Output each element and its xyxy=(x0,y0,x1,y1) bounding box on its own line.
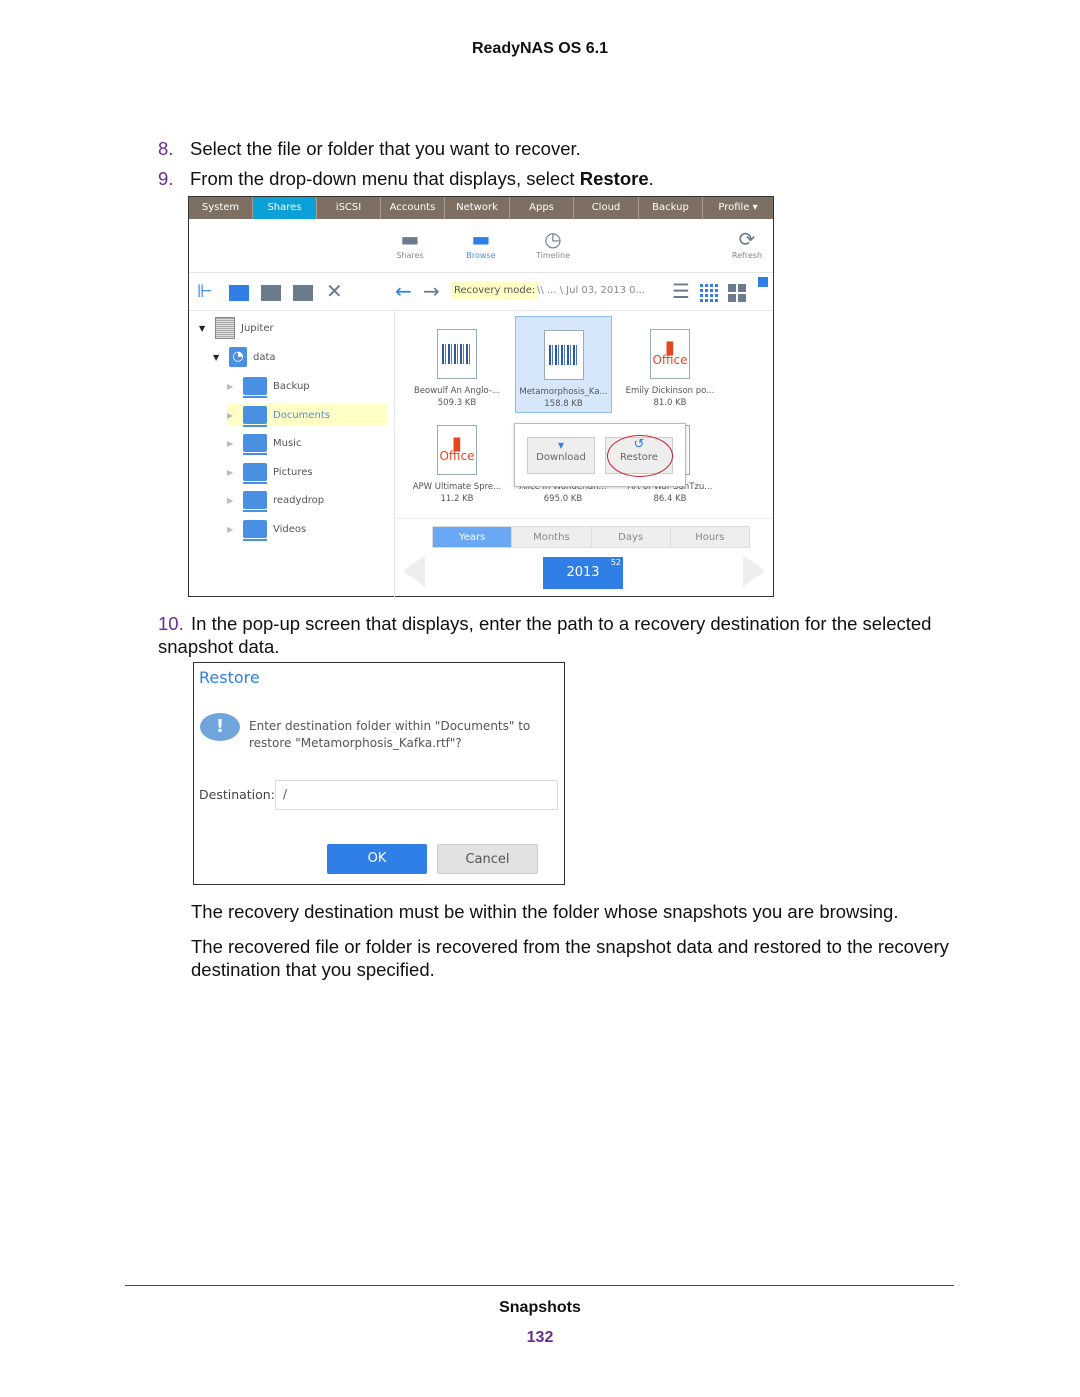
readynas-screenshot: System Shares iSCSI Accounts Network App… xyxy=(188,196,774,597)
expand-triangle-icon[interactable]: ▶ xyxy=(227,496,237,505)
dialog-title: Restore xyxy=(199,668,260,687)
office-file-icon: ▮ Office xyxy=(650,329,690,379)
tab-shares[interactable]: Shares xyxy=(253,197,317,219)
recovery-mode-label: Recovery mode: xyxy=(451,282,539,299)
music-folder-icon xyxy=(243,434,267,455)
destination-input[interactable]: / xyxy=(275,780,558,810)
tab-days[interactable]: Days xyxy=(591,527,671,547)
nas-device-icon xyxy=(215,317,235,339)
expand-triangle-icon[interactable]: ▶ xyxy=(227,382,237,391)
office-file-icon: ▮ Office xyxy=(437,425,477,475)
year-2013-button[interactable]: 2013 52 xyxy=(543,557,623,589)
footer-section: Snapshots xyxy=(499,1299,581,1316)
snapshot-path: \\ ... \ Jul 03, 2013 0... xyxy=(537,285,646,296)
readydrop-folder-icon xyxy=(243,491,267,512)
download-icon: ▾ xyxy=(557,438,565,452)
tab-years[interactable]: Years xyxy=(433,527,513,547)
small-grid-view-icon[interactable] xyxy=(700,284,718,302)
tree-node-music[interactable]: ▶ Music xyxy=(227,432,301,455)
tree-node-backup[interactable]: ▶ Backup xyxy=(227,375,310,398)
back-arrow-icon[interactable]: ← xyxy=(395,279,412,303)
file-item[interactable]: ▮ Office APW Ultimate Spre... 11.2 KB xyxy=(407,425,507,505)
rtf-file-icon xyxy=(543,330,584,380)
tab-iscsi[interactable]: iSCSI xyxy=(317,197,381,219)
restore-dialog: Restore ! Enter destination folder withi… xyxy=(193,662,565,885)
page-number: 132 xyxy=(526,1329,554,1346)
browse-folder-icon: ▬ xyxy=(471,227,491,251)
page-header: ReadyNAS OS 6.1 xyxy=(471,40,609,57)
file-grid: Beowulf An Anglo-... 509.3 KB Metamorphos… xyxy=(395,311,773,597)
dialog-message: Enter destination folder within "Documen… xyxy=(249,719,531,750)
new-folder-icon[interactable] xyxy=(261,285,281,301)
timeline-button[interactable]: ◷ Timeline xyxy=(523,227,583,260)
shares-toolbar: ▬ Shares ▬ Browse ◷ Timeline ⟳ Refresh xyxy=(189,219,773,273)
destination-label: Destination: xyxy=(199,787,275,802)
step-8: 8. Select the file or folder that you wan… xyxy=(158,138,581,159)
collapse-triangle-icon[interactable]: ▼ xyxy=(213,353,223,362)
tab-backup[interactable]: Backup xyxy=(639,197,703,219)
file-item[interactable]: ▮ Office Emily Dickinson po... 81.0 KB xyxy=(620,329,720,409)
upload-icon[interactable] xyxy=(293,285,313,301)
tree-node-data[interactable]: ▼ ◔ data xyxy=(213,346,276,368)
footer-rule xyxy=(125,1285,954,1286)
share-folder-icon xyxy=(243,406,267,427)
next-arrow-icon[interactable] xyxy=(743,555,765,587)
paragraph: The recovery destination must be within … xyxy=(191,901,899,922)
folder-icon: ▬ xyxy=(400,227,420,251)
browse-button[interactable]: ▬ Browse xyxy=(451,227,511,260)
tree-node-pictures[interactable]: ▶ Pictures xyxy=(227,461,313,484)
tab-system[interactable]: System xyxy=(189,197,253,219)
main-nav: System Shares iSCSI Accounts Network App… xyxy=(189,197,773,219)
period-tabs: Years Months Days Hours xyxy=(432,526,750,548)
tab-network[interactable]: Network xyxy=(445,197,510,219)
tab-cloud[interactable]: Cloud xyxy=(574,197,639,219)
tab-accounts[interactable]: Accounts xyxy=(381,197,445,219)
expand-triangle-icon[interactable]: ▶ xyxy=(227,525,237,534)
tab-profile[interactable]: Profile ▾ xyxy=(703,197,773,219)
large-grid-view-icon[interactable] xyxy=(728,284,746,302)
paragraph: The recovered file or folder is recovere… xyxy=(191,936,949,980)
info-bubble-icon: ! xyxy=(200,713,240,741)
share-folder-icon[interactable] xyxy=(229,285,249,301)
collapse-triangle-icon[interactable]: ▼ xyxy=(199,324,209,333)
step-10: 10. In the pop-up screen that displays, e… xyxy=(158,613,932,657)
file-item-selected[interactable]: Metamorphosis_Ka... 158.8 KB xyxy=(515,316,612,413)
videos-folder-icon xyxy=(243,520,267,541)
expand-icon[interactable] xyxy=(758,277,768,287)
cancel-button[interactable]: Cancel xyxy=(437,844,538,874)
tree-node-documents[interactable]: ▶ Documents xyxy=(227,404,387,427)
step-9: 9. From the drop-down menu that displays,… xyxy=(158,168,654,189)
delete-icon[interactable]: ✕ xyxy=(326,279,343,303)
forward-arrow-icon[interactable]: → xyxy=(423,279,440,303)
expand-triangle-icon[interactable]: ▶ xyxy=(227,468,237,477)
shares-button[interactable]: ▬ Shares xyxy=(380,227,440,260)
volume-icon: ◔ xyxy=(229,347,247,367)
tab-months[interactable]: Months xyxy=(512,527,592,547)
clock-icon: ◷ xyxy=(544,227,562,251)
prev-arrow-icon[interactable] xyxy=(403,555,425,587)
expand-triangle-icon[interactable]: ▶ xyxy=(227,411,237,420)
tree-node-jupiter[interactable]: ▼ Jupiter xyxy=(199,317,274,339)
download-button[interactable]: ▾ Download xyxy=(527,437,595,474)
snapshot-count: 52 xyxy=(610,558,621,567)
pictures-folder-icon xyxy=(243,463,267,484)
ok-button[interactable]: OK xyxy=(327,844,427,874)
tree-node-videos[interactable]: ▶ Videos xyxy=(227,518,306,541)
tree-icon[interactable]: ⊩ xyxy=(197,281,213,302)
list-view-icon[interactable]: ☰ xyxy=(672,279,690,303)
tree-node-readydrop[interactable]: ▶ readydrop xyxy=(227,489,324,512)
highlight-circle xyxy=(607,435,673,477)
expand-triangle-icon[interactable]: ▶ xyxy=(227,439,237,448)
rtf-file-icon xyxy=(437,329,477,379)
tab-hours[interactable]: Hours xyxy=(670,527,749,547)
file-action-popup: ▾ Download ↺ Restore xyxy=(514,423,686,487)
refresh-button[interactable]: ⟳ Refresh xyxy=(717,227,777,260)
file-item[interactable]: Beowulf An Anglo-... 509.3 KB xyxy=(407,329,507,409)
tab-apps[interactable]: Apps xyxy=(510,197,574,219)
share-folder-icon xyxy=(243,377,267,398)
folder-tree: ▼ Jupiter ▼ ◔ data ▶ Backup ▶ Documents ▶ Musi… xyxy=(189,311,395,597)
browse-toolbar: ⊩ ✕ ← → Recovery mode: \\ ... \ Jul 03, … xyxy=(189,273,773,311)
refresh-icon: ⟳ xyxy=(738,227,756,251)
